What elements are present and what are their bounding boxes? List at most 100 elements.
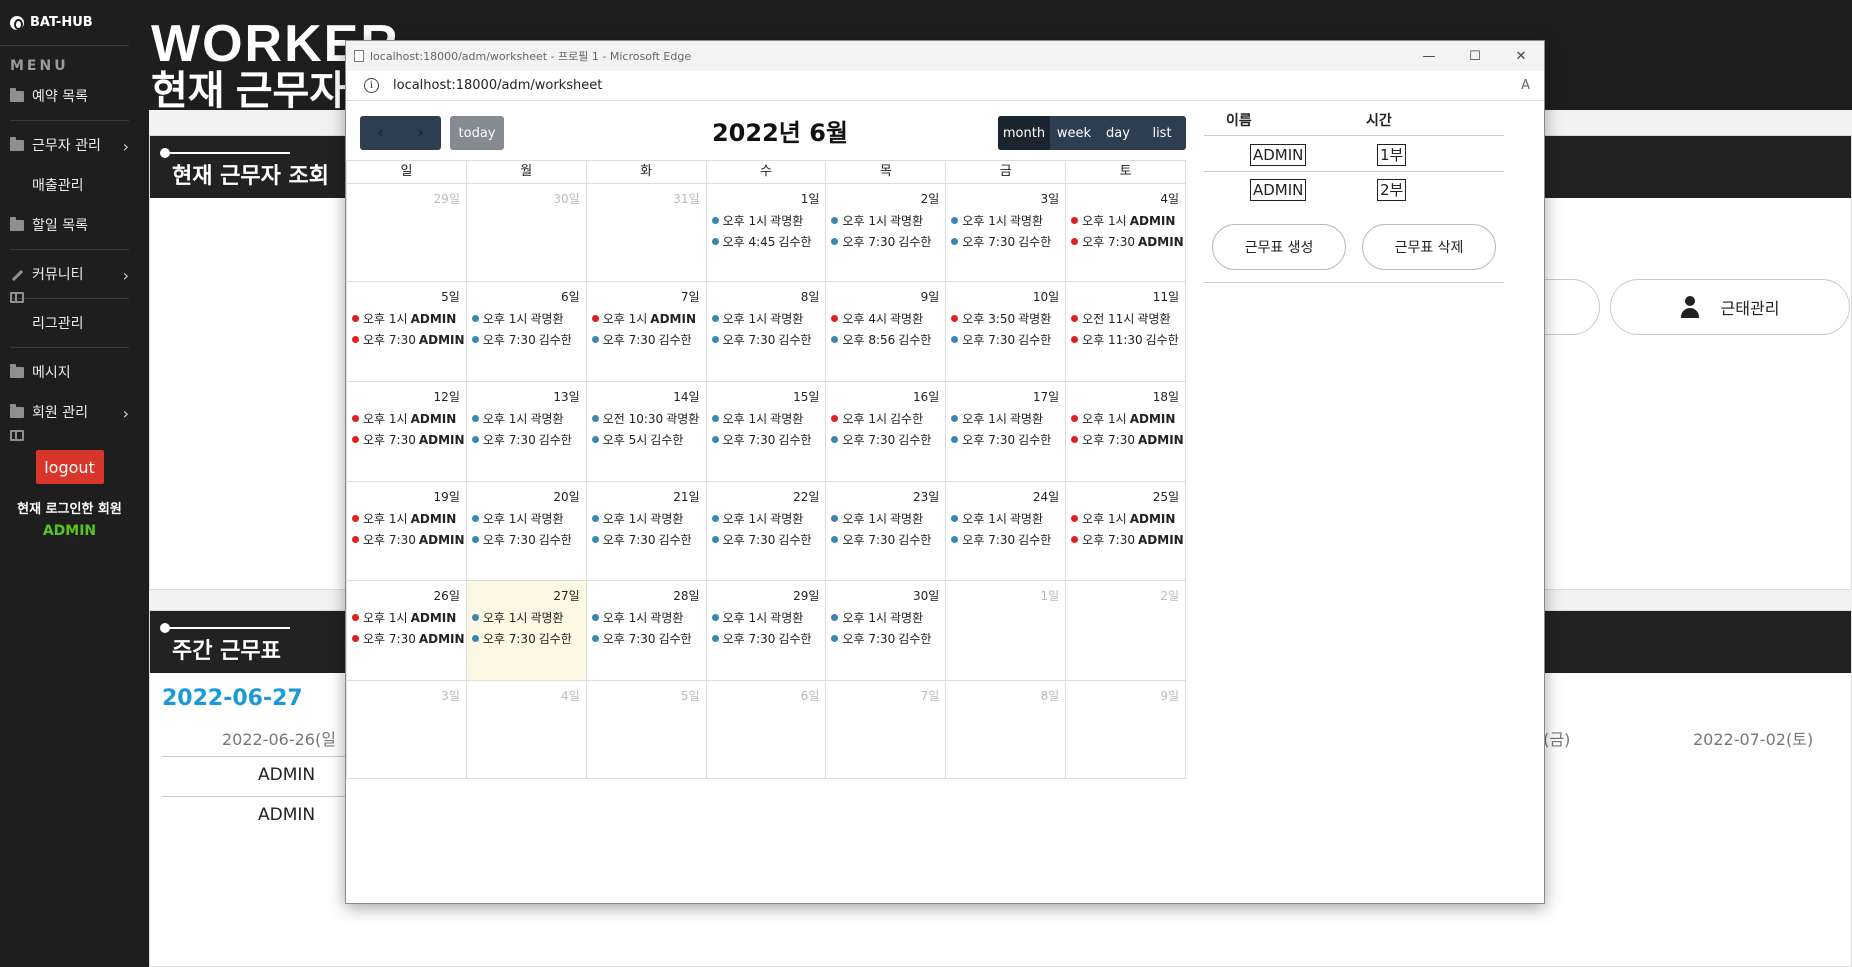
calendar-day[interactable]: 7일 오후 1시 ADMIN 오후 7:30 김수한 <box>587 282 707 381</box>
close-button[interactable]: ✕ <box>1498 41 1544 71</box>
calendar-day[interactable]: 5일 오후 1시 ADMIN 오후 7:30 ADMIN <box>347 282 467 381</box>
day-number[interactable]: 5일 <box>441 288 460 305</box>
day-number[interactable]: 4일 <box>1160 190 1179 207</box>
day-number[interactable]: 7일 <box>681 288 700 305</box>
logout-button[interactable]: logout <box>35 450 104 484</box>
calendar-event[interactable]: 오후 5시 김수한 <box>591 431 683 448</box>
calendar-day[interactable]: 2일 오후 1시 곽명환 오후 7:30 김수한 <box>826 184 947 281</box>
calendar-event[interactable]: 오후 1시 곽명환 <box>711 410 803 427</box>
calendar-event[interactable]: 오후 1시 곽명환 <box>831 212 923 229</box>
day-number[interactable]: 3일 <box>1040 190 1059 207</box>
day-number[interactable]: 5일 <box>681 687 700 704</box>
calendar-event[interactable]: 오후 1시 ADMIN <box>352 510 456 527</box>
calendar-event[interactable]: 오전 10:30 곽명환 <box>591 410 699 427</box>
calendar-day[interactable]: 19일 오후 1시 ADMIN 오후 7:30 ADMIN <box>347 482 467 580</box>
calendar-event[interactable]: 오후 1시 김수한 <box>831 410 923 427</box>
calendar-event[interactable]: 오후 7:30 김수한 <box>711 431 812 448</box>
sidebar-item[interactable]: 예약 목록 <box>0 76 139 116</box>
sidebar-item[interactable]: 할일 목록 <box>0 205 139 245</box>
calendar-day[interactable]: 11일 오전 11시 곽명환 오후 11:30 김수한 <box>1066 282 1187 381</box>
day-number[interactable]: 1일 <box>801 190 820 207</box>
calendar-day[interactable]: 3일 오후 1시 곽명환 오후 7:30 김수한 <box>946 184 1067 281</box>
day-number[interactable]: 6일 <box>561 288 580 305</box>
calendar-event[interactable]: 오후 1시 ADMIN <box>1071 510 1175 527</box>
day-number[interactable]: 3일 <box>441 687 460 704</box>
delete-schedule-button[interactable]: 근무표 삭제 <box>1362 224 1496 270</box>
calendar-day[interactable]: 3일 <box>347 681 467 778</box>
sidebar-item[interactable]: 커뮤니티 › <box>0 254 139 294</box>
calendar-day[interactable]: 4일오후 1시 ADMIN 오후 7:30 ADMIN <box>1066 184 1187 281</box>
prev-button[interactable]: ‹ <box>360 116 401 150</box>
day-number[interactable]: 6일 <box>801 687 820 704</box>
calendar-day[interactable]: 2일 <box>1066 581 1187 680</box>
calendar-event[interactable]: 오후 1시 곽명환 <box>831 510 923 527</box>
calendar-event[interactable]: 오후 7:30 김수한 <box>831 531 931 548</box>
day-number[interactable]: 19일 <box>434 488 460 505</box>
calendar-event[interactable]: 오후 1시 곽명환 <box>711 510 803 527</box>
calendar-event[interactable]: 오후 4시 곽명환 <box>831 310 923 327</box>
day-number[interactable]: 21일 <box>673 488 699 505</box>
calendar-event[interactable]: 오후 7:30 김수한 <box>951 431 1051 448</box>
view-day-button[interactable]: day <box>1098 116 1138 150</box>
read-aloud-icon[interactable]: A <box>1521 78 1530 93</box>
calendar-day[interactable]: 13일 오후 1시 곽명환 오후 7:30 김수한 <box>467 382 587 481</box>
calendar-day[interactable]: 21일 오후 1시 곽명환 오후 7:30 김수한 <box>587 482 707 580</box>
day-number[interactable]: 12일 <box>434 388 460 405</box>
calendar-event[interactable]: 오후 11:30 김수한 <box>1071 331 1179 348</box>
day-number[interactable]: 22일 <box>793 488 819 505</box>
row-time-cell[interactable]: 1부 <box>1377 144 1407 166</box>
calendar-day[interactable]: 23일 오후 1시 곽명환 오후 7:30 김수한 <box>826 482 947 580</box>
calendar-day[interactable]: 9일 <box>1066 681 1187 778</box>
calendar-event[interactable]: 오후 7:30 김수한 <box>471 431 572 448</box>
calendar-event[interactable]: 오후 1시 곽명환 <box>591 510 683 527</box>
row-time-cell[interactable]: 2부 <box>1377 179 1407 201</box>
view-list-button[interactable]: list <box>1138 116 1186 150</box>
calendar-day[interactable]: 14일오전 10:30 곽명환오후 5시 김수한 <box>587 382 707 481</box>
brand[interactable]: BAT-HUB <box>0 0 129 46</box>
calendar-day[interactable]: 30일 <box>467 184 587 281</box>
calendar-event[interactable]: 오후 3:50 곽명환 <box>951 310 1051 327</box>
calendar-day[interactable]: 18일오후 1시 ADMIN 오후 7:30 ADMIN <box>1066 382 1187 481</box>
calendar-event[interactable]: 오후 7:30 김수한 <box>951 531 1051 548</box>
day-number[interactable]: 30일 <box>553 190 579 207</box>
day-number[interactable]: 13일 <box>553 388 579 405</box>
row-name-cell[interactable]: ADMIN <box>1250 144 1307 166</box>
day-number[interactable]: 28일 <box>673 587 699 604</box>
calendar-event[interactable]: 오후 7:30 ADMIN <box>1071 233 1184 250</box>
calendar-event[interactable]: 오후 1시 ADMIN <box>352 609 456 626</box>
calendar-event[interactable]: 오후 1시 ADMIN <box>1071 212 1175 229</box>
day-number[interactable]: 17일 <box>1033 388 1059 405</box>
day-number[interactable]: 24일 <box>1033 488 1059 505</box>
calendar-event[interactable]: 오후 1시 ADMIN <box>1071 410 1175 427</box>
day-number[interactable]: 29일 <box>793 587 819 604</box>
sidebar-item[interactable]: 회원 관리 › <box>0 392 139 432</box>
calendar-event[interactable]: 오후 7:30 ADMIN <box>1071 431 1184 448</box>
calendar-day[interactable]: 16일 오후 1시 김수한 오후 7:30 김수한 <box>826 382 947 481</box>
calendar-event[interactable]: 오후 7:30 ADMIN <box>352 630 465 647</box>
calendar-event[interactable]: 오후 1시 곽명환 <box>471 609 564 626</box>
day-number[interactable]: 9일 <box>1160 687 1179 704</box>
calendar-event[interactable]: 오후 7:30 김수한 <box>951 233 1051 250</box>
day-number[interactable]: 31일 <box>673 190 699 207</box>
calendar-day[interactable]: 28일 오후 1시 곽명환 오후 7:30 김수한 <box>587 581 707 680</box>
calendar-event[interactable]: 오후 8:56 김수한 <box>831 331 931 348</box>
day-number[interactable]: 29일 <box>434 190 460 207</box>
day-number[interactable]: 9일 <box>921 288 940 305</box>
day-number[interactable]: 18일 <box>1153 388 1179 405</box>
calendar-day[interactable]: 17일 오후 1시 곽명환 오후 7:30 김수한 <box>946 382 1067 481</box>
calendar-day[interactable]: 20일 오후 1시 곽명환 오후 7:30 김수한 <box>467 482 587 580</box>
calendar-event[interactable]: 오전 11시 곽명환 <box>1071 310 1171 327</box>
calendar-day[interactable]: 7일 <box>826 681 947 778</box>
day-number[interactable]: 14일 <box>673 388 699 405</box>
day-number[interactable]: 27일 <box>553 587 579 604</box>
day-number[interactable]: 8일 <box>1040 687 1059 704</box>
info-icon[interactable]: i <box>364 78 379 93</box>
calendar-day[interactable]: 5일 <box>587 681 707 778</box>
next-button[interactable]: › <box>401 116 442 150</box>
maximize-button[interactable]: ☐ <box>1452 41 1498 71</box>
calendar-day[interactable]: 31일 <box>587 184 707 281</box>
sidebar-item[interactable]: 근무자 관리 › <box>0 125 139 165</box>
calendar-event[interactable]: 오후 7:30 김수한 <box>591 630 692 647</box>
calendar-event[interactable]: 오후 1시 곽명환 <box>471 310 564 327</box>
day-number[interactable]: 1일 <box>1040 587 1059 604</box>
